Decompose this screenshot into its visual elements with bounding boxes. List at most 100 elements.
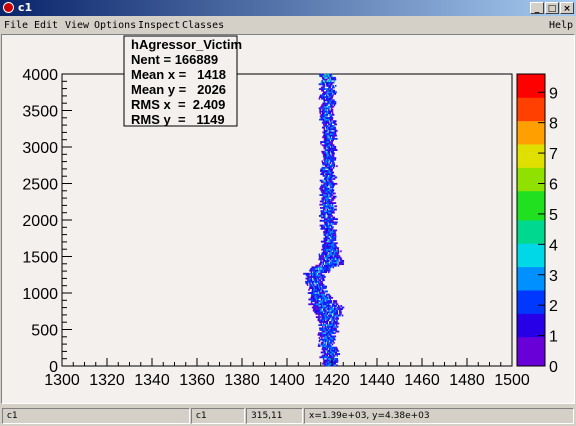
- heatmap-cell: [324, 168, 326, 171]
- heatmap-cell: [330, 345, 332, 347]
- heatmap-cell: [326, 223, 329, 225]
- heatmap-cell: [332, 166, 335, 169]
- heatmap-cell: [319, 345, 321, 347]
- menu-view[interactable]: View: [65, 20, 89, 31]
- heatmap-cell: [333, 89, 336, 92]
- heatmap-cell: [334, 306, 336, 309]
- heatmap-cell: [334, 192, 336, 195]
- menu-bar: File Edit View Options Inspect Classes H…: [0, 17, 576, 34]
- heatmap-cell: [327, 327, 330, 330]
- palette-label: 8: [549, 116, 558, 133]
- palette-swatch: [517, 307, 545, 314]
- heatmap-cell: [335, 91, 337, 94]
- heatmap-chart[interactable]: 05001000150020002500300035004000 1300 132…: [2, 35, 574, 403]
- heatmap-cell: [332, 266, 335, 269]
- heatmap-cell: [322, 173, 325, 176]
- heatmap-cell: [333, 316, 335, 319]
- heatmap-cell: [326, 131, 328, 134]
- heatmap-cell: [333, 162, 335, 164]
- palette-swatch: [517, 85, 545, 92]
- heatmap-cell: [336, 311, 339, 314]
- heatmap-cell: [335, 120, 337, 123]
- palette-swatch: [517, 190, 545, 198]
- heatmap-cell: [331, 173, 333, 176]
- heatmap-cell: [334, 84, 337, 87]
- heatmap-cell: [334, 101, 337, 103]
- heatmap-cell: [330, 200, 333, 203]
- heatmap-cell: [312, 282, 315, 285]
- heatmap-cell: [337, 304, 340, 307]
- root-app-icon[interactable]: [3, 2, 14, 13]
- heatmap-cell: [321, 160, 324, 163]
- heatmap-cell: [316, 268, 318, 270]
- palette-swatch: [517, 155, 545, 162]
- heatmap-cell: [332, 219, 334, 222]
- heatmap-cell: [336, 165, 338, 168]
- heatmap-cell: [321, 264, 324, 267]
- heatmap-cell: [334, 145, 337, 148]
- heatmap-cell: [330, 179, 333, 182]
- heatmap-cell: [329, 295, 332, 298]
- heatmap-cell: [342, 261, 344, 264]
- palette-swatch: [517, 290, 545, 297]
- heatmap-cell: [331, 107, 333, 110]
- heatmap-cell: [336, 221, 338, 224]
- menu-edit[interactable]: Edit: [34, 20, 58, 31]
- heatmap-cell: [331, 227, 334, 230]
- heatmap-cell: [336, 361, 339, 363]
- minimize-button[interactable]: _: [530, 2, 544, 14]
- menu-inspect[interactable]: Inspect: [138, 20, 180, 31]
- heatmap-cell: [336, 263, 338, 266]
- menu-classes[interactable]: Classes: [182, 20, 224, 31]
- heatmap-cell: [333, 211, 335, 214]
- palette-swatch: [517, 336, 545, 344]
- heatmap-cell: [330, 80, 332, 82]
- heatmap-cell: [339, 314, 341, 317]
- status-coords: x=1.39e+03, y=4.38e+03: [304, 408, 574, 424]
- palette-swatch: [517, 342, 545, 349]
- palette-label: 9: [549, 85, 558, 102]
- heatmap-cell: [315, 272, 318, 275]
- close-button[interactable]: ×: [560, 2, 574, 14]
- heatmap-cell: [324, 203, 326, 206]
- heatmap-cell: [310, 301, 313, 304]
- heatmap-cell: [337, 330, 340, 333]
- menu-file[interactable]: File: [4, 20, 28, 31]
- heatmap-cell: [332, 353, 334, 355]
- palette-label: 6: [549, 177, 558, 194]
- heatmap-cell: [331, 142, 333, 145]
- heatmap-cell: [319, 285, 321, 288]
- heatmap-cell: [322, 255, 325, 257]
- heatmap-cell: [330, 123, 333, 126]
- heatmap-cell: [330, 115, 333, 118]
- heatmap-cell: [320, 215, 322, 217]
- maximize-button[interactable]: □: [545, 2, 559, 14]
- heatmap-cell: [340, 258, 343, 261]
- heatmap-cell: [335, 327, 337, 330]
- heatmap-cell: [322, 263, 325, 266]
- x-tick-label: 1380: [224, 372, 260, 389]
- heatmap-cell: [324, 287, 327, 290]
- heatmap-cell: [331, 110, 334, 113]
- heatmap-cell: [337, 251, 340, 254]
- heatmap-cell: [329, 304, 331, 307]
- heatmap-cell: [338, 255, 341, 257]
- palette-swatch: [517, 126, 545, 133]
- heatmap-cell: [325, 179, 328, 182]
- heatmap-cell: [332, 94, 334, 97]
- heatmap-cell: [330, 92, 333, 95]
- heatmap-cell: [326, 239, 328, 241]
- heatmap-cell: [335, 182, 338, 185]
- palette-swatch: [517, 103, 545, 110]
- heatmap-cell: [328, 293, 330, 296]
- x-tick-label: 1320: [89, 372, 125, 389]
- menu-help[interactable]: Help: [549, 20, 573, 31]
- heatmap-cell: [333, 354, 336, 357]
- y-tick-label: 2500: [22, 177, 58, 194]
- stats-box[interactable]: hAgressor_Victim Nent = 166889 Mean x = …: [123, 35, 242, 127]
- menu-options[interactable]: Options: [94, 20, 136, 31]
- title-bar: c1 _ □ ×: [0, 0, 576, 16]
- heatmap-cell: [319, 264, 321, 267]
- stats-mean-y: Mean y = 2026: [131, 82, 226, 97]
- palette-swatch: [517, 114, 545, 122]
